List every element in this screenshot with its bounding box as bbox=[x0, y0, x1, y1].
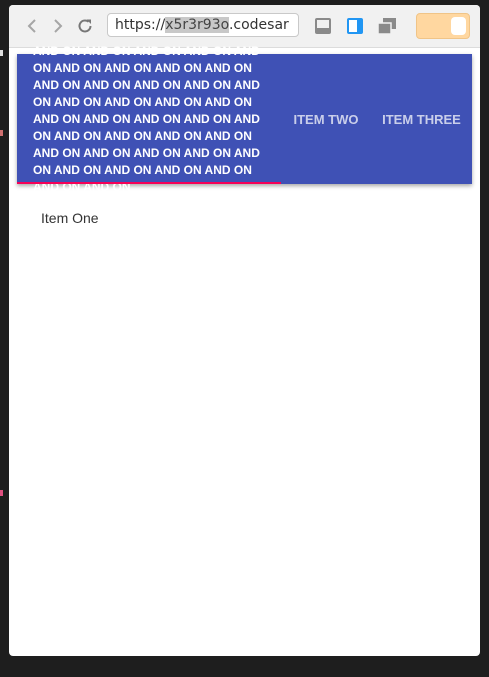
theme-toggle[interactable] bbox=[416, 13, 470, 39]
dock-bottom-icon bbox=[315, 18, 331, 34]
tabs-appbar: And on and on and on and on and on and o… bbox=[17, 44, 472, 194]
toggle-knob bbox=[451, 17, 466, 35]
new-window-button[interactable] bbox=[377, 16, 397, 36]
tab-item-one[interactable]: And on and on and on and on and on and o… bbox=[17, 44, 281, 194]
tab-label: Item Three bbox=[382, 111, 461, 127]
tab-item-three[interactable]: Item Three bbox=[371, 54, 472, 184]
tab-label: And on and on and on and on and on and o… bbox=[33, 43, 260, 194]
reload-button[interactable] bbox=[74, 15, 96, 37]
edge-mark bbox=[0, 130, 3, 136]
url-selected-text: x5r3r93o bbox=[165, 17, 229, 33]
tab-label: Item Two bbox=[293, 111, 359, 127]
url-suffix: .codesar bbox=[228, 17, 289, 33]
dock-bottom-button[interactable] bbox=[313, 16, 333, 36]
back-button[interactable] bbox=[21, 15, 43, 37]
browser-window: https://x5r3r93o.codesar And on and o bbox=[9, 5, 480, 656]
edge-mark bbox=[0, 50, 3, 56]
edge-mark bbox=[0, 490, 3, 496]
chevron-left-icon bbox=[27, 19, 36, 33]
forward-button[interactable] bbox=[47, 15, 69, 37]
tab-panel-content: Item One bbox=[41, 210, 99, 226]
dock-right-button[interactable] bbox=[345, 16, 365, 36]
windows-icon bbox=[377, 18, 396, 35]
reload-icon bbox=[78, 19, 92, 33]
address-bar[interactable]: https://x5r3r93o.codesar bbox=[107, 13, 299, 37]
tab-indicator bbox=[17, 182, 281, 184]
url-prefix: https:// bbox=[115, 17, 166, 33]
dock-right-icon bbox=[347, 18, 363, 34]
chevron-right-icon bbox=[54, 19, 63, 33]
tab-item-two[interactable]: Item Two bbox=[281, 54, 371, 184]
